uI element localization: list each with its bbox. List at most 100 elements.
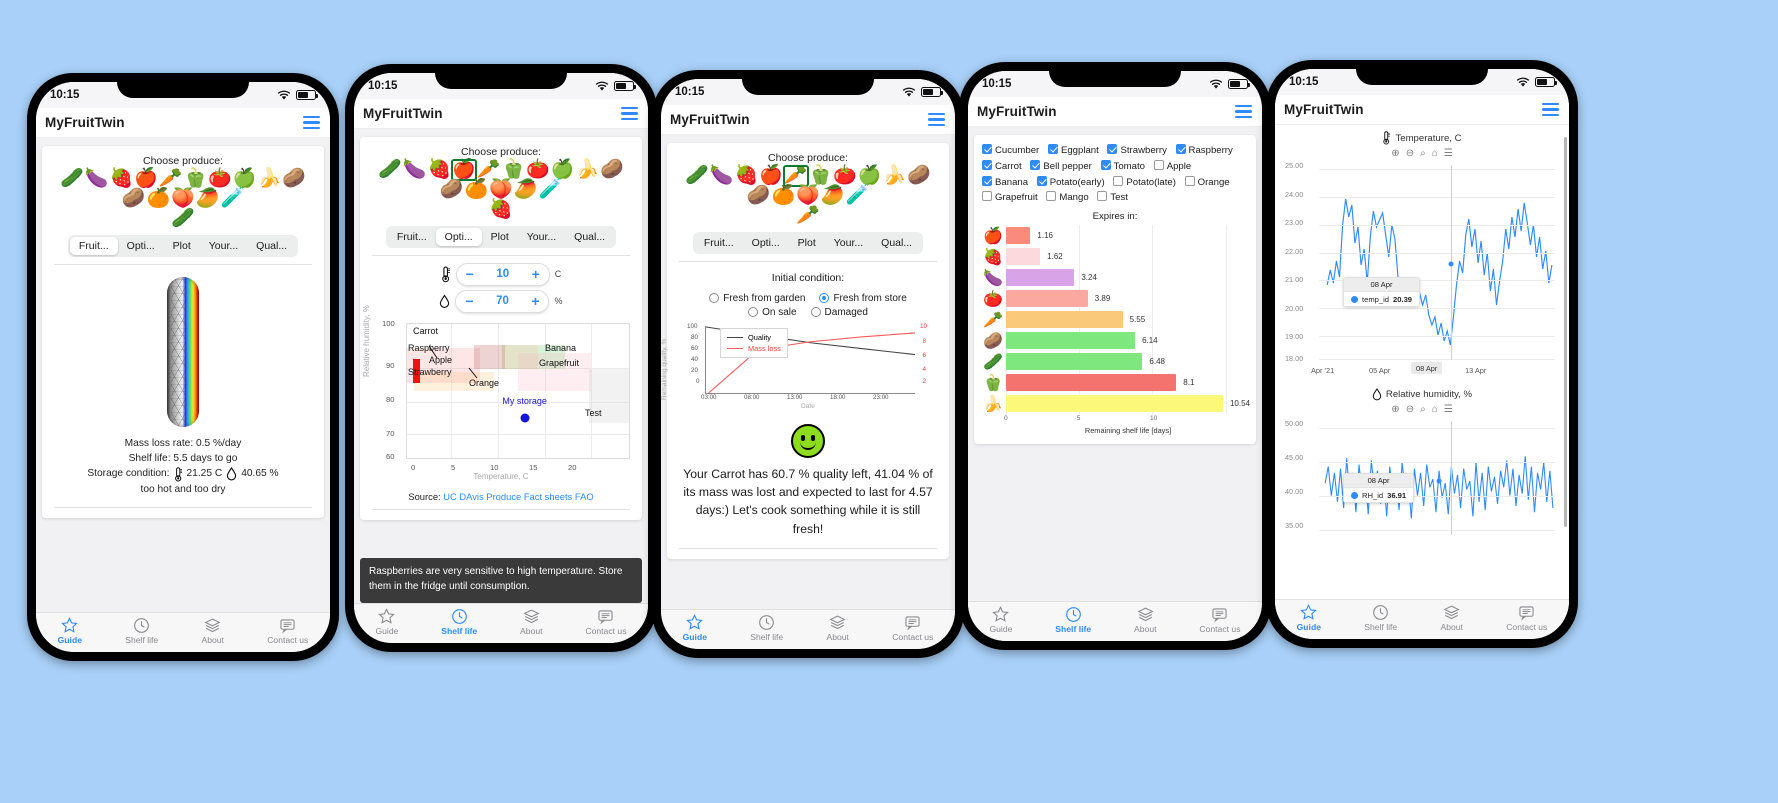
produce-bell-pepper[interactable]: 🫑 xyxy=(184,169,208,189)
tab-shelf-life[interactable]: Shelf life xyxy=(441,608,477,636)
checkbox-potato-late[interactable]: Potato(late) xyxy=(1113,175,1176,191)
quality-massloss-chart[interactable]: Remaining quality, % Mass loss, % Qualit… xyxy=(661,323,941,416)
produce-eggplant[interactable]: 🍆 xyxy=(85,169,109,189)
chart1-toolbar[interactable]: ⊕ ⊖ ⌕ ⌂ ☰ xyxy=(1279,148,1565,159)
produce-checkbox-list[interactable]: Cucumber Eggplant Strawberry Raspberry C… xyxy=(980,141,1250,210)
produce-mango[interactable]: 🥭 xyxy=(821,185,845,206)
tab-quality[interactable]: Qual... xyxy=(247,237,296,255)
produce-raspberry-selected[interactable]: 🍎 xyxy=(451,159,477,181)
bottom-tabbar[interactable]: Guide Shelf life About Contact us xyxy=(1275,599,1569,639)
radio-damaged[interactable]: Damaged xyxy=(810,307,868,318)
bottom-tabbar[interactable]: Guide Shelf life About Contact us xyxy=(36,612,330,652)
bar-row[interactable]: 🥒 6.48 xyxy=(980,351,1250,372)
bar-row[interactable]: 🍅 3.89 xyxy=(980,288,1250,309)
produce-test[interactable]: 🧪 xyxy=(846,185,870,206)
produce-orange[interactable]: 🍊 xyxy=(771,185,795,206)
checkbox-eggplant[interactable]: Eggplant xyxy=(1047,143,1099,159)
produce-orange[interactable]: 🍊 xyxy=(146,188,170,209)
produce-apple[interactable]: 🍏 xyxy=(551,160,575,180)
produce-banana[interactable]: 🍌 xyxy=(883,166,907,186)
zoom-in-icon[interactable]: ⊕ xyxy=(1391,148,1399,159)
segmented-tabs[interactable]: Fruit... Opti... Plot Your... Qual... xyxy=(67,234,299,257)
source-link[interactable]: UC DAvis Produce Fact sheets FAO xyxy=(443,491,593,502)
segmented-tabs[interactable]: Fruit... Opti... Plot Your... Qual... xyxy=(692,231,924,254)
produce-orange[interactable]: 🍊 xyxy=(464,179,488,200)
menu-icon[interactable] xyxy=(303,116,320,129)
produce-tomato[interactable]: 🍅 xyxy=(208,169,232,189)
tab-shelf-life[interactable]: Shelf life xyxy=(1364,604,1397,632)
tab-guide[interactable]: Guide xyxy=(58,617,82,645)
tab-your[interactable]: Your... xyxy=(825,234,872,252)
produce-row-1[interactable]: 🥒 🍆 🍓 🍎 🥕 🫑 🍅 🍏 🍌 🥔 xyxy=(60,169,306,189)
temp-input[interactable]: 10 xyxy=(483,268,523,280)
produce-row-3[interactable]: 🍓 xyxy=(489,199,513,220)
tab-fruit[interactable]: Fruit... xyxy=(69,236,118,255)
bar-row[interactable]: 🫑 8.1 xyxy=(980,372,1250,393)
produce-potato-late[interactable]: 🥔 xyxy=(122,188,146,209)
produce-eggplant[interactable]: 🍆 xyxy=(403,160,427,180)
menu-icon[interactable]: ☰ xyxy=(1444,148,1453,159)
produce-row-1[interactable]: 🥒 🍆 🍓 🍎 🥕 🫑 🍅 🍏 🍌 🥔 xyxy=(685,165,931,187)
tab-options[interactable]: Opti... xyxy=(435,227,482,246)
tab-guide[interactable]: Guide xyxy=(375,608,398,636)
tab-guide[interactable]: Guide xyxy=(989,606,1012,634)
produce-apple-red[interactable]: 🍎 xyxy=(134,169,158,189)
produce-potato[interactable]: 🥔 xyxy=(907,166,931,186)
produce-potato-late[interactable]: 🥔 xyxy=(747,185,771,206)
produce-row-2[interactable]: 🥔 🍊 🍑 🥭 🧪 xyxy=(122,188,245,209)
produce-banana[interactable]: 🍌 xyxy=(258,169,282,189)
checkbox-carrot[interactable]: Carrot xyxy=(982,159,1022,175)
zoom-in-icon[interactable]: ⊕ xyxy=(1391,404,1399,415)
produce-tomato[interactable]: 🍅 xyxy=(833,166,857,186)
tab-guide[interactable]: Guide xyxy=(683,614,707,642)
tab-options[interactable]: Opti... xyxy=(118,237,164,255)
produce-row-2[interactable]: 🥔 🍊 🍑 🥭 🧪 xyxy=(747,185,870,206)
tab-plot[interactable]: Plot xyxy=(789,234,825,252)
produce-carrot-current[interactable]: 🥕 xyxy=(796,205,820,226)
tab-quality[interactable]: Qual... xyxy=(872,234,921,252)
produce-grapefruit[interactable]: 🍑 xyxy=(796,185,820,206)
temp-increment-button[interactable]: + xyxy=(522,263,549,285)
produce-strawberry[interactable]: 🍓 xyxy=(427,160,451,180)
produce-carrot-selected[interactable]: 🥕 xyxy=(782,165,809,187)
checkbox-apple[interactable]: Apple xyxy=(1153,159,1191,175)
menu-icon[interactable] xyxy=(928,113,945,126)
bottom-tabbar[interactable]: Guide Shelf life About Contact us xyxy=(968,601,1262,641)
humidity-stepper[interactable]: − 70 + xyxy=(455,289,550,313)
my-storage-point[interactable] xyxy=(520,413,530,423)
checkbox-tomato[interactable]: Tomato xyxy=(1100,159,1145,175)
radio-row-1[interactable]: Fresh from garden Fresh from store xyxy=(675,293,941,304)
produce-eggplant[interactable]: 🍆 xyxy=(710,166,734,186)
search-icon[interactable]: ⌕ xyxy=(1420,148,1426,159)
bar-row[interactable]: 🍓 1.62 xyxy=(980,246,1250,267)
produce-test[interactable]: 🧪 xyxy=(221,188,245,209)
menu-icon[interactable]: ☰ xyxy=(1444,404,1453,415)
produce-apple-red[interactable]: 🍎 xyxy=(759,166,783,186)
search-icon[interactable]: ⌕ xyxy=(1420,404,1426,415)
tab-options[interactable]: Opti... xyxy=(743,234,789,252)
initial-condition-radios[interactable]: Fresh from garden Fresh from store On sa… xyxy=(675,293,941,318)
checkbox-test[interactable]: Test xyxy=(1097,190,1128,206)
radio-on-sale[interactable]: On sale xyxy=(748,307,797,318)
temp-decrement-button[interactable]: − xyxy=(456,263,483,285)
produce-bell-pepper[interactable]: 🫑 xyxy=(809,166,833,186)
checkbox-bell-pepper[interactable]: Bell pepper xyxy=(1030,159,1092,175)
bottom-tabbar[interactable]: Guide Shelf life About Contact us xyxy=(661,609,955,649)
bar-row[interactable]: 🍎 1.16 xyxy=(980,225,1250,246)
produce-picker[interactable]: 🥒 🍆 🍓 🍎 🥕 🫑 🍅 🍏 🍌 🥔 🥔 xyxy=(50,169,316,229)
produce-apple[interactable]: 🍏 xyxy=(858,166,882,186)
tab-fruit[interactable]: Fruit... xyxy=(695,234,743,252)
produce-banana[interactable]: 🍌 xyxy=(576,160,600,180)
produce-row-3[interactable]: 🥕 xyxy=(796,205,820,226)
produce-potato[interactable]: 🥔 xyxy=(600,160,624,180)
bar-row[interactable]: 🍆 3.24 xyxy=(980,267,1250,288)
bottom-tabbar[interactable]: Guide Shelf life About Contact us xyxy=(354,603,648,643)
produce-apple[interactable]: 🍏 xyxy=(233,169,257,189)
tab-shelf-life[interactable]: Shelf life xyxy=(125,617,158,645)
produce-carrot[interactable]: 🥕 xyxy=(477,160,501,180)
zoom-out-icon[interactable]: ⊖ xyxy=(1406,404,1414,415)
menu-icon[interactable] xyxy=(1235,105,1252,118)
radio-row-2[interactable]: On sale Damaged xyxy=(675,307,941,318)
produce-raspberry-current[interactable]: 🍓 xyxy=(489,199,513,220)
rh-input[interactable]: 70 xyxy=(482,295,522,307)
